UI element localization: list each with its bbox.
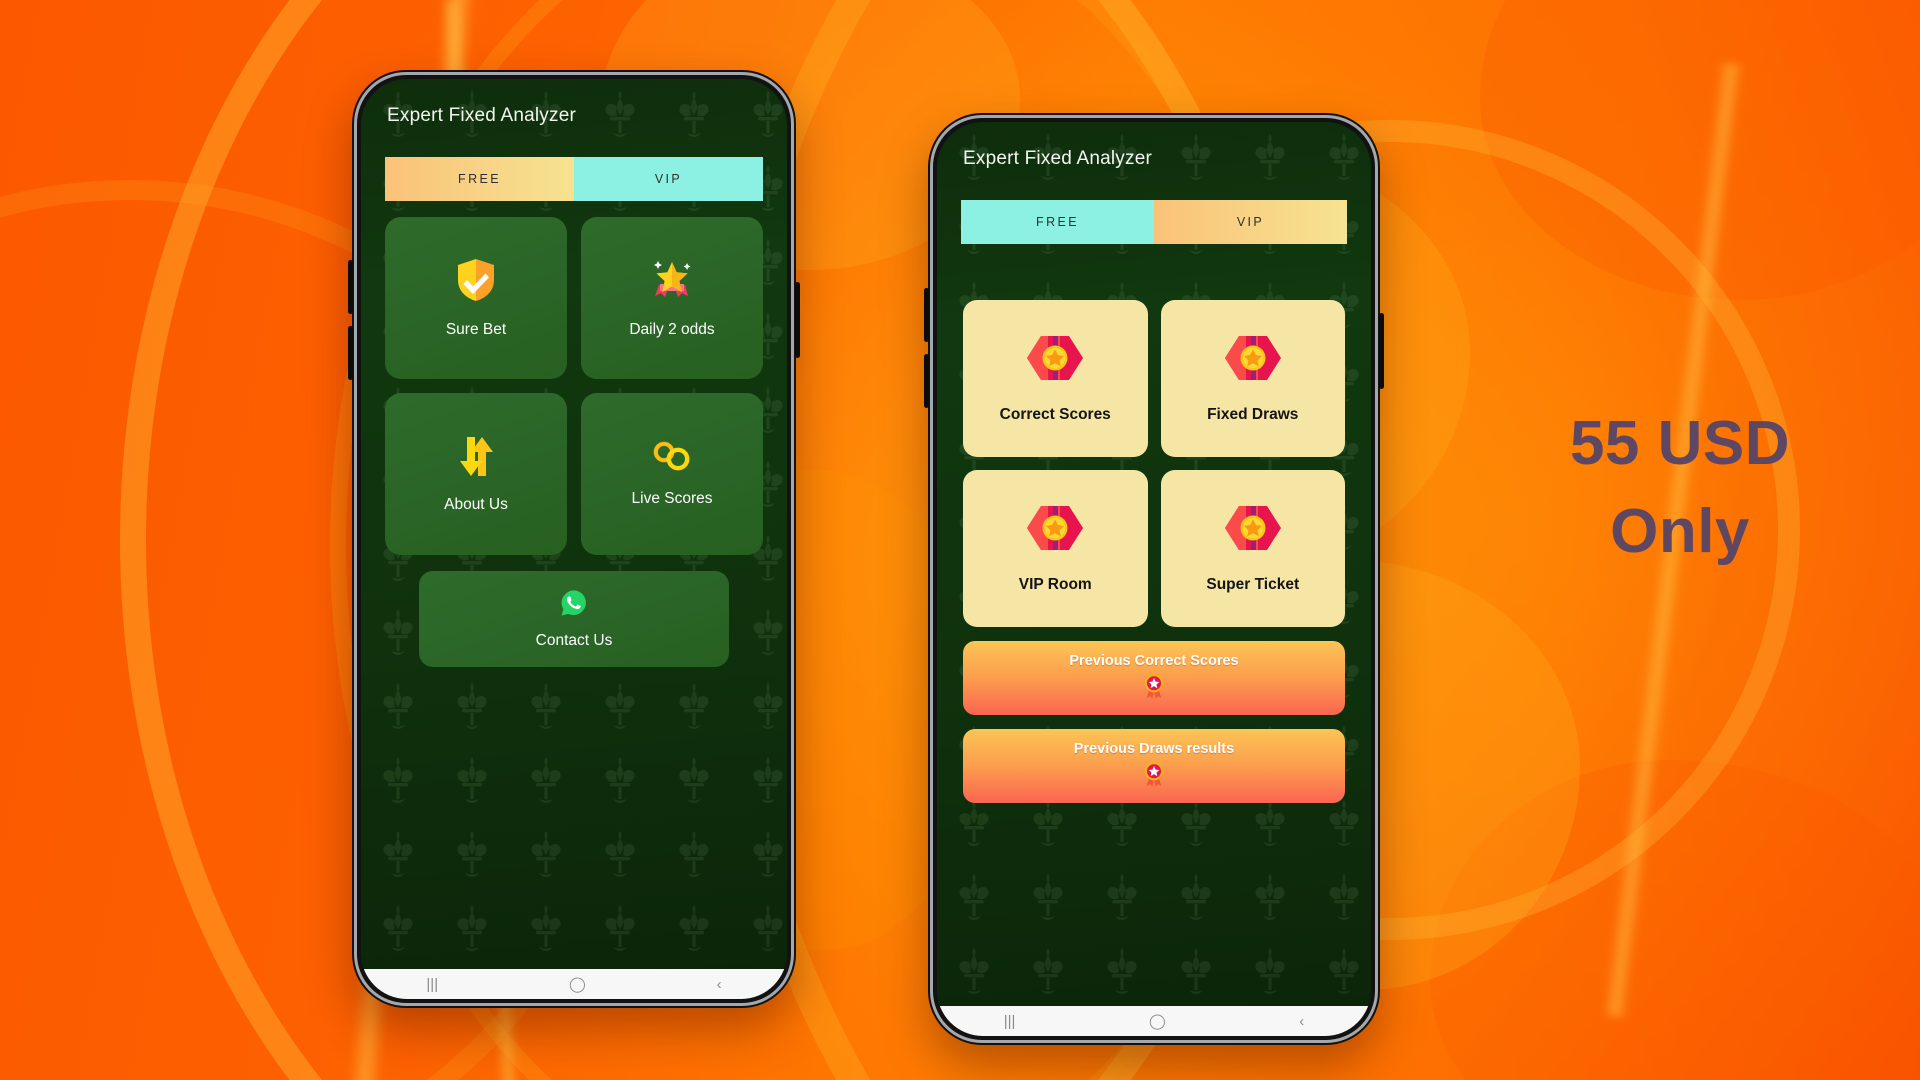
back-icon[interactable]: ‹ — [1299, 1014, 1304, 1029]
tab-bar: FREE VIP — [961, 200, 1347, 244]
page-title: Expert Fixed Analyzer — [387, 105, 577, 126]
medal-rosette-icon — [1142, 673, 1166, 704]
tab-free[interactable]: FREE — [385, 157, 574, 201]
hex-star-badge-icon — [1224, 333, 1281, 388]
home-icon[interactable]: ◯ — [1149, 1014, 1166, 1029]
linked-rings-icon — [651, 441, 693, 476]
back-icon[interactable]: ‹ — [717, 977, 722, 992]
power-button[interactable] — [795, 282, 800, 358]
previous-draws-results-button[interactable]: Previous Draws results — [963, 729, 1345, 803]
card-label: VIP Room — [1018, 576, 1092, 593]
recent-apps-icon[interactable]: ||| — [1004, 1014, 1016, 1029]
button-label: Previous Draws results — [1073, 740, 1235, 757]
tab-vip-label: VIP — [654, 172, 683, 186]
app-screen-free: Expert Fixed Analyzer FREE VIP Sure Bet … — [361, 79, 787, 969]
card-label: Super Ticket — [1206, 576, 1300, 593]
card-label: About Us — [444, 495, 508, 513]
shield-check-icon — [456, 258, 496, 307]
card-sure-bet[interactable]: Sure Bet — [385, 217, 567, 379]
tab-free-label: FREE — [1036, 215, 1079, 229]
tab-free-label: FREE — [458, 172, 501, 186]
card-label: Sure Bet — [445, 320, 507, 338]
free-feature-grid: Sure Bet Daily 2 odds About Us Live Scor… — [361, 201, 787, 555]
recent-apps-icon[interactable]: ||| — [426, 977, 438, 992]
card-vip-room[interactable]: VIP Room — [963, 470, 1148, 627]
contact-us-label: Contact Us — [535, 631, 613, 649]
tab-vip[interactable]: VIP — [574, 157, 763, 201]
hex-star-badge-icon — [1027, 503, 1084, 558]
phone-mockup-free: Expert Fixed Analyzer FREE VIP Sure Bet … — [348, 70, 800, 1008]
card-live-scores[interactable]: Live Scores — [581, 393, 763, 555]
promo-price-line1: 55 USD — [1569, 409, 1791, 478]
promo-price: 55 USD Only — [1500, 400, 1860, 576]
card-super-ticket[interactable]: Super Ticket — [1160, 470, 1345, 627]
whatsapp-icon — [560, 589, 588, 622]
card-label: Live Scores — [631, 489, 713, 507]
android-nav-bar: ||| ◯ ‹ — [361, 969, 787, 999]
phone-mockup-vip: Expert Fixed Analyzer FREE VIP Correct S… — [924, 113, 1384, 1045]
card-about-us[interactable]: About Us — [385, 393, 567, 555]
page-title: Expert Fixed Analyzer — [963, 148, 1153, 169]
volume-up-button[interactable] — [924, 288, 929, 342]
button-label: Previous Correct Scores — [1069, 652, 1239, 669]
volume-up-button[interactable] — [348, 260, 353, 314]
home-icon[interactable]: ◯ — [569, 977, 586, 992]
volume-down-button[interactable] — [924, 354, 929, 408]
android-nav-bar: ||| ◯ ‹ — [937, 1006, 1371, 1036]
contact-us-button[interactable]: Contact Us — [419, 571, 729, 667]
card-fixed-draws[interactable]: Fixed Draws — [1160, 300, 1345, 457]
tab-bar: FREE VIP — [385, 157, 763, 201]
card-label: Fixed Draws — [1207, 406, 1299, 423]
tab-free[interactable]: FREE — [961, 200, 1154, 244]
promo-banner: Expert Fixed Analyzer FREE VIP Sure Bet … — [0, 0, 1920, 1080]
medal-rosette-icon — [1142, 761, 1166, 792]
up-down-arrows-icon — [458, 435, 494, 482]
hex-star-badge-icon — [1224, 503, 1281, 558]
card-correct-scores[interactable]: Correct Scores — [963, 300, 1148, 457]
previous-correct-scores-button[interactable]: Previous Correct Scores — [963, 641, 1345, 715]
card-daily-2-odds[interactable]: Daily 2 odds — [581, 217, 763, 379]
app-screen-vip: Expert Fixed Analyzer FREE VIP Correct S… — [937, 122, 1371, 1006]
card-label: Daily 2 odds — [629, 320, 715, 338]
card-label: Correct Scores — [999, 406, 1111, 423]
tab-vip[interactable]: VIP — [1154, 200, 1347, 244]
hex-star-badge-icon — [1027, 333, 1084, 388]
promo-price-line2: Only — [1610, 497, 1750, 567]
tab-vip-label: VIP — [1236, 215, 1265, 229]
volume-down-button[interactable] — [348, 326, 353, 380]
power-button[interactable] — [1379, 313, 1384, 389]
star-ribbon-icon — [649, 258, 695, 307]
vip-feature-grid: Correct Scores Fixed Draws VIP Room Supe… — [937, 244, 1371, 627]
